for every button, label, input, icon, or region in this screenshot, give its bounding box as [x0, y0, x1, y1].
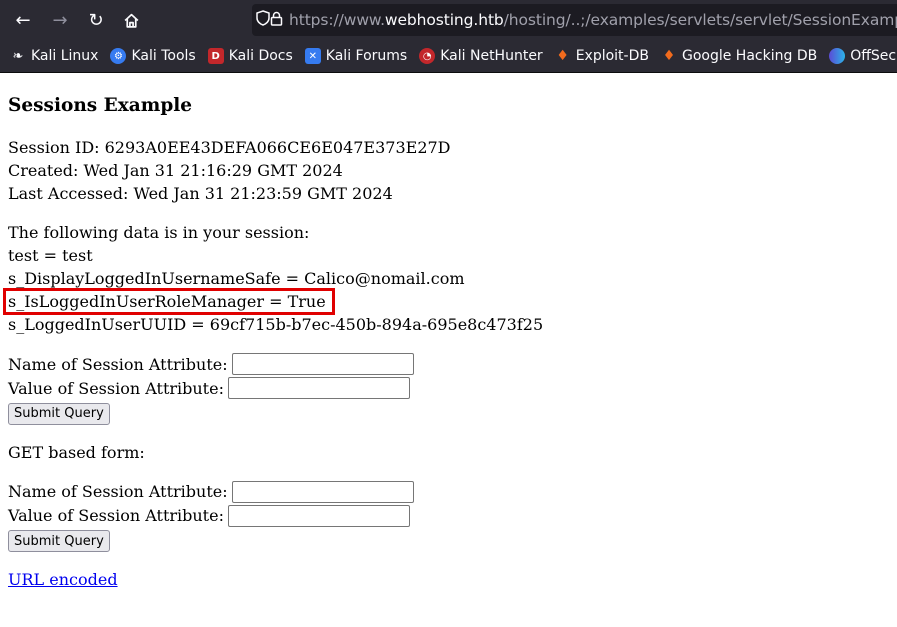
post-value-input[interactable] [227, 377, 410, 399]
exploit-db-icon: ♦ [556, 48, 569, 64]
bookmark-label: Kali Docs [228, 48, 293, 64]
get-value-input[interactable] [227, 504, 410, 527]
url-path: /hosting/..;/examples/servlets/servlet/S… [503, 11, 897, 29]
post-name-input[interactable] [231, 353, 414, 375]
get-form-heading-block: GET based form: [8, 441, 889, 464]
bookmark-kali-nethunter[interactable]: ◔ Kali NetHunter [419, 48, 543, 64]
ghdb-icon: ♦ [662, 48, 676, 64]
get-name-row: Name of Session Attribute: [8, 480, 889, 504]
get-value-row: Value of Session Attribute: [8, 504, 889, 528]
session-info: Session ID: 6293A0EE43DEFA066CE6E047E373… [8, 136, 889, 205]
bookmark-label: Kali NetHunter [440, 48, 543, 64]
get-name-input[interactable] [231, 480, 414, 503]
forward-arrow-icon[interactable]: → [45, 6, 75, 34]
session-attribute: s_LoggedInUserUUID = 69cf715b-b7ec-450b-… [8, 315, 544, 334]
post-name-row: Name of Session Attribute: [8, 352, 889, 376]
get-value-label: Value of Session Attribute: [8, 506, 224, 525]
bookmark-kali-linux[interactable]: ❧ Kali Linux [10, 48, 99, 64]
kali-docs-icon: D [207, 48, 224, 64]
bookmark-label: OffSec [850, 48, 897, 64]
url-encoded-block: URL encoded [8, 568, 889, 591]
post-value-row: Value of Session Attribute: [8, 376, 889, 400]
session-attributes: The following data is in your session: t… [3, 221, 889, 336]
address-bar[interactable]: https://www.webhosting.htb/hosting/..;/e… [252, 4, 897, 36]
get-form-heading: GET based form: [8, 442, 145, 462]
session-attribute-role-manager: s_IsLoggedInUserRoleManager = True [3, 288, 335, 315]
kali-tools-icon: ⚙ [110, 48, 127, 64]
bookmark-kali-forums[interactable]: ✕ Kali Forums [304, 48, 408, 64]
kali-dragon-icon: ❧ [12, 48, 24, 64]
get-form: Name of Session Attribute: Value of Sess… [8, 480, 889, 552]
back-arrow-icon[interactable]: ← [8, 6, 38, 34]
bookmark-label: Kali Forums [325, 48, 408, 64]
bookmarks-toolbar: ❧ Kali Linux ⚙ Kali Tools D Kali Docs ✕ … [0, 40, 897, 73]
bookmark-kali-docs[interactable]: D Kali Docs [207, 48, 293, 64]
session-data-intro: The following data is in your session: [8, 223, 310, 242]
get-submit-button[interactable]: Submit Query [8, 530, 110, 552]
kali-forums-icon: ✕ [304, 48, 321, 64]
bookmark-google-hacking-db[interactable]: ♦ Google Hacking DB [661, 48, 818, 64]
get-name-label: Name of Session Attribute: [8, 482, 228, 501]
browser-chrome: ← → ↻ https://www.webhosting.htb/hosting… [0, 0, 897, 73]
kali-nethunter-icon: ◔ [419, 48, 436, 64]
page-content: Sessions Example Session ID: 6293A0EE43D… [0, 94, 897, 591]
navigation-toolbar: ← → ↻ https://www.webhosting.htb/hosting… [0, 0, 897, 40]
bookmark-offsec[interactable]: OffSec [829, 48, 896, 64]
home-icon[interactable] [116, 6, 146, 34]
bookmark-label: Kali Linux [31, 48, 99, 64]
offsec-icon [829, 48, 846, 64]
post-name-label: Name of Session Attribute: [8, 354, 228, 374]
bookmark-label: Google Hacking DB [681, 48, 818, 64]
post-submit-button[interactable]: Submit Query [8, 402, 110, 425]
url-encoded-link[interactable]: URL encoded [8, 570, 118, 589]
post-form: Name of Session Attribute: Value of Sess… [8, 352, 889, 425]
url-scheme: https://www. [289, 11, 385, 29]
shield-icon[interactable] [256, 10, 270, 30]
bookmark-label: Kali Tools [131, 48, 196, 64]
session-last-accessed: Last Accessed: Wed Jan 31 21:23:59 GMT 2… [8, 184, 393, 203]
bookmark-exploit-db[interactable]: ♦ Exploit-DB [555, 48, 649, 64]
session-attribute: s_DisplayLoggedInUsernameSafe = Calico@n… [8, 269, 465, 288]
session-created: Created: Wed Jan 31 21:16:29 GMT 2024 [8, 161, 343, 180]
lock-icon[interactable] [270, 11, 283, 30]
url-text[interactable]: https://www.webhosting.htb/hosting/..;/e… [289, 11, 897, 29]
post-value-label: Value of Session Attribute: [8, 378, 224, 398]
url-host: webhosting.htb [384, 11, 504, 29]
session-id: Session ID: 6293A0EE43DEFA066CE6E047E373… [8, 138, 451, 157]
page-title: Sessions Example [8, 95, 193, 116]
reload-icon[interactable]: ↻ [81, 6, 111, 34]
bookmark-kali-tools[interactable]: ⚙ Kali Tools [110, 48, 196, 64]
highlighted-attribute-row: s_IsLoggedInUserRoleManager = True [3, 288, 889, 315]
session-attribute: test = test [8, 246, 93, 265]
bookmark-label: Exploit-DB [575, 48, 649, 64]
